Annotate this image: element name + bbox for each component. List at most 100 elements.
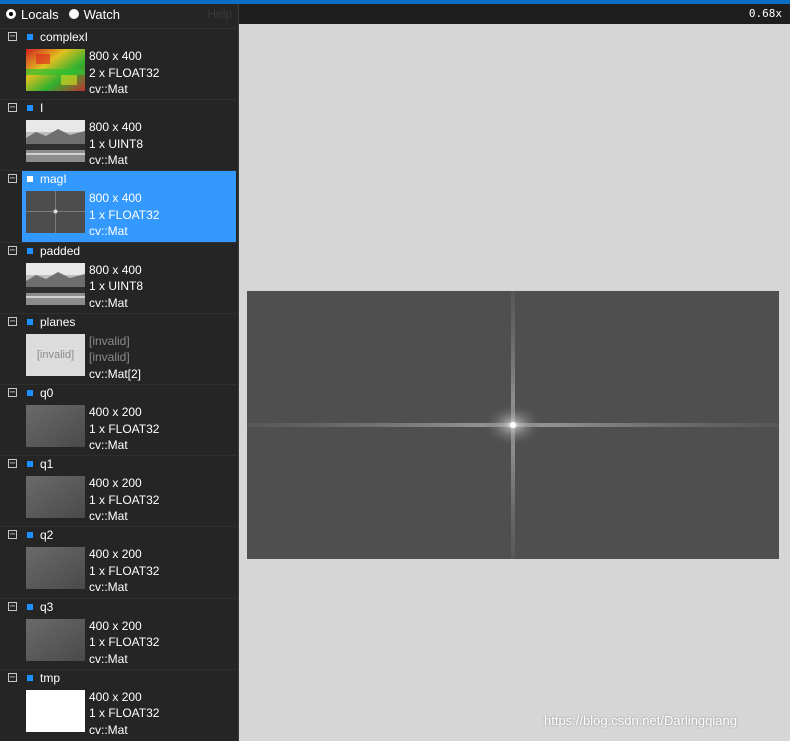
watermark-text: https://blog.csdn.net/Darlingqiang xyxy=(544,713,737,728)
variable-item[interactable]: − I800 x 400 1 x UINT8cv::Mat xyxy=(0,99,237,170)
variable-dims: 800 x 400 xyxy=(89,49,142,63)
help-link[interactable]: Help xyxy=(207,7,232,21)
variable-class: cv::Mat xyxy=(89,651,128,666)
collapse-toggle-icon[interactable]: − xyxy=(8,32,17,42)
zoom-level: 0.68x xyxy=(748,7,782,20)
variable-class: cv::Mat xyxy=(89,509,128,524)
variable-class: cv::Mat xyxy=(89,438,128,452)
variable-item[interactable]: − q3400 x 2001 x FLOAT32 cv::Mat xyxy=(0,597,237,669)
variable-bullet-icon xyxy=(27,603,33,610)
variable-item[interactable]: − q2400 x 200 1 x FLOAT32cv::Mat xyxy=(0,526,237,597)
variable-meta: 400 x 2001 x FLOAT32cv::Mat xyxy=(89,404,159,454)
variable-thumbnail[interactable] xyxy=(26,49,85,91)
variable-name: q3 xyxy=(40,599,54,614)
collapse-toggle-icon[interactable]: − xyxy=(8,245,17,255)
variable-type: [invalid] xyxy=(89,350,130,365)
variable-type: 1 x FLOAT32 xyxy=(89,706,160,721)
variables-panel: Locals Watch Help − complexI 800 x 400 2 x … xyxy=(0,4,239,741)
variable-bullet-icon xyxy=(27,105,33,112)
variable-type: 1 x FLOAT32 xyxy=(89,563,160,578)
variable-thumbnail[interactable] xyxy=(26,689,85,732)
variable-bullet-icon xyxy=(27,176,33,183)
variable-class: cv::Mat xyxy=(89,580,128,595)
locals-radio[interactable] xyxy=(6,9,16,19)
variable-name: magI xyxy=(40,172,67,187)
variable-type: 1 x UINT8 xyxy=(89,136,144,151)
variable-dims: 400 x 200 xyxy=(89,476,142,491)
collapse-toggle-icon[interactable]: − xyxy=(8,459,17,469)
spectrum-image xyxy=(247,291,779,559)
variable-dims: [invalid] xyxy=(89,333,130,348)
variable-dims: 800 x 400 xyxy=(89,191,142,206)
collapse-toggle-icon[interactable]: − xyxy=(8,103,17,113)
collapse-toggle-icon[interactable]: − xyxy=(8,316,17,326)
variable-dims: 800 x 400 xyxy=(89,262,142,277)
variable-class: cv::Mat[2] xyxy=(89,366,142,381)
variable-type: 2 x FLOAT32 xyxy=(89,65,160,80)
variable-meta: 800 x 4002 x FLOAT32cv::Mat xyxy=(89,48,159,98)
image-viewer[interactable] xyxy=(247,291,779,559)
variable-meta: 800 x 400 1 x UINT8cv::Mat xyxy=(89,119,143,169)
collapse-toggle-icon[interactable]: − xyxy=(8,601,17,611)
variable-type: 1 x FLOAT32 xyxy=(89,492,160,507)
variable-item[interactable]: − q0 400 x 200 1 x FLOAT32 cv::Mat xyxy=(0,384,237,455)
watch-option[interactable]: Watch xyxy=(68,6,120,22)
watch-label: Watch xyxy=(83,6,120,22)
variable-item[interactable]: − planes [invalid] [invalid] [invalid] cv::Ma… xyxy=(0,312,237,384)
variable-name: tmp xyxy=(40,670,61,685)
variable-thumbnail[interactable] xyxy=(26,262,85,305)
locals-option[interactable]: Locals xyxy=(6,7,59,22)
variable-type: 1 x FLOAT32 xyxy=(89,421,160,436)
variable-thumbnail[interactable] xyxy=(26,618,85,661)
variable-class: cv::Mat xyxy=(89,153,128,168)
variable-bullet-icon xyxy=(27,34,33,40)
variable-bullet-icon xyxy=(27,461,33,468)
variable-bullet-icon xyxy=(27,247,33,254)
collapse-toggle-icon[interactable]: − xyxy=(8,530,17,540)
watch-radio[interactable] xyxy=(68,9,79,19)
variable-dims: 800 x 400 xyxy=(89,120,142,135)
variable-thumbnail[interactable]: [invalid] xyxy=(26,333,85,376)
viewer-header: 0.68x xyxy=(239,4,790,24)
mode-selector: Locals Watch Help xyxy=(0,4,238,24)
variable-name: q2 xyxy=(40,528,54,543)
variable-meta: 400 x 200 1 x FLOAT32cv::Mat xyxy=(89,546,159,596)
variable-item[interactable]: − tmp400 x 200 1 x FLOAT32 cv::Mat xyxy=(0,668,237,740)
variable-class: cv::Mat xyxy=(89,295,128,310)
variable-meta: [invalid] [invalid] cv::Mat[2] xyxy=(89,333,141,383)
locals-label: Locals xyxy=(21,6,59,22)
variable-class: cv::Mat xyxy=(89,82,128,96)
variable-name: I xyxy=(40,101,44,116)
invalid-thumb-label: [invalid] xyxy=(26,333,85,376)
variable-thumbnail[interactable] xyxy=(26,120,85,163)
variable-class: cv::Mat xyxy=(89,722,128,737)
variable-meta: 400 x 200 1 x FLOAT32 cv::Mat xyxy=(89,689,159,739)
variable-meta: 800 x 400 1 x FLOAT32cv::Mat xyxy=(89,190,159,240)
variable-name: padded xyxy=(40,243,81,258)
variable-name: q1 xyxy=(40,457,54,472)
variable-type: 1 x FLOAT32 xyxy=(89,635,160,650)
variable-thumbnail[interactable] xyxy=(26,405,85,447)
variable-bullet-icon xyxy=(27,674,33,681)
variable-meta: 400 x 2001 x FLOAT32 cv::Mat xyxy=(89,618,159,668)
variable-meta: 400 x 200 1 x FLOAT32cv::Mat xyxy=(89,475,159,525)
variable-dims: 400 x 200 xyxy=(89,405,142,419)
variable-thumbnail[interactable] xyxy=(26,476,85,519)
variable-class: cv::Mat xyxy=(89,224,128,239)
variable-thumbnail[interactable] xyxy=(26,547,85,590)
variable-name: complexI xyxy=(40,30,89,44)
variable-item[interactable]: − magI800 x 400 1 x FLOAT32cv::Mat xyxy=(0,170,237,243)
variable-meta: 800 x 4001 x UINT8 cv::Mat xyxy=(89,262,143,312)
collapse-toggle-icon[interactable]: − xyxy=(8,174,17,184)
variable-dims: 400 x 200 xyxy=(89,547,142,562)
variable-item[interactable]: − complexI 800 x 4002 x FLOAT32cv::Mat xyxy=(0,28,237,99)
variable-thumbnail[interactable] xyxy=(26,191,85,234)
variable-type: 1 x UINT8 xyxy=(89,279,144,294)
collapse-toggle-icon[interactable]: − xyxy=(8,388,17,398)
variable-name: planes xyxy=(40,314,76,329)
variable-item[interactable]: − padded800 x 4001 x UINT8 cv::Mat xyxy=(0,241,237,313)
variable-item[interactable]: − q1400 x 200 1 x FLOAT32cv::Mat xyxy=(0,455,237,526)
variable-type: 1 x FLOAT32 xyxy=(89,207,160,222)
variable-dims: 400 x 200 xyxy=(89,618,142,633)
collapse-toggle-icon[interactable]: − xyxy=(8,672,17,682)
